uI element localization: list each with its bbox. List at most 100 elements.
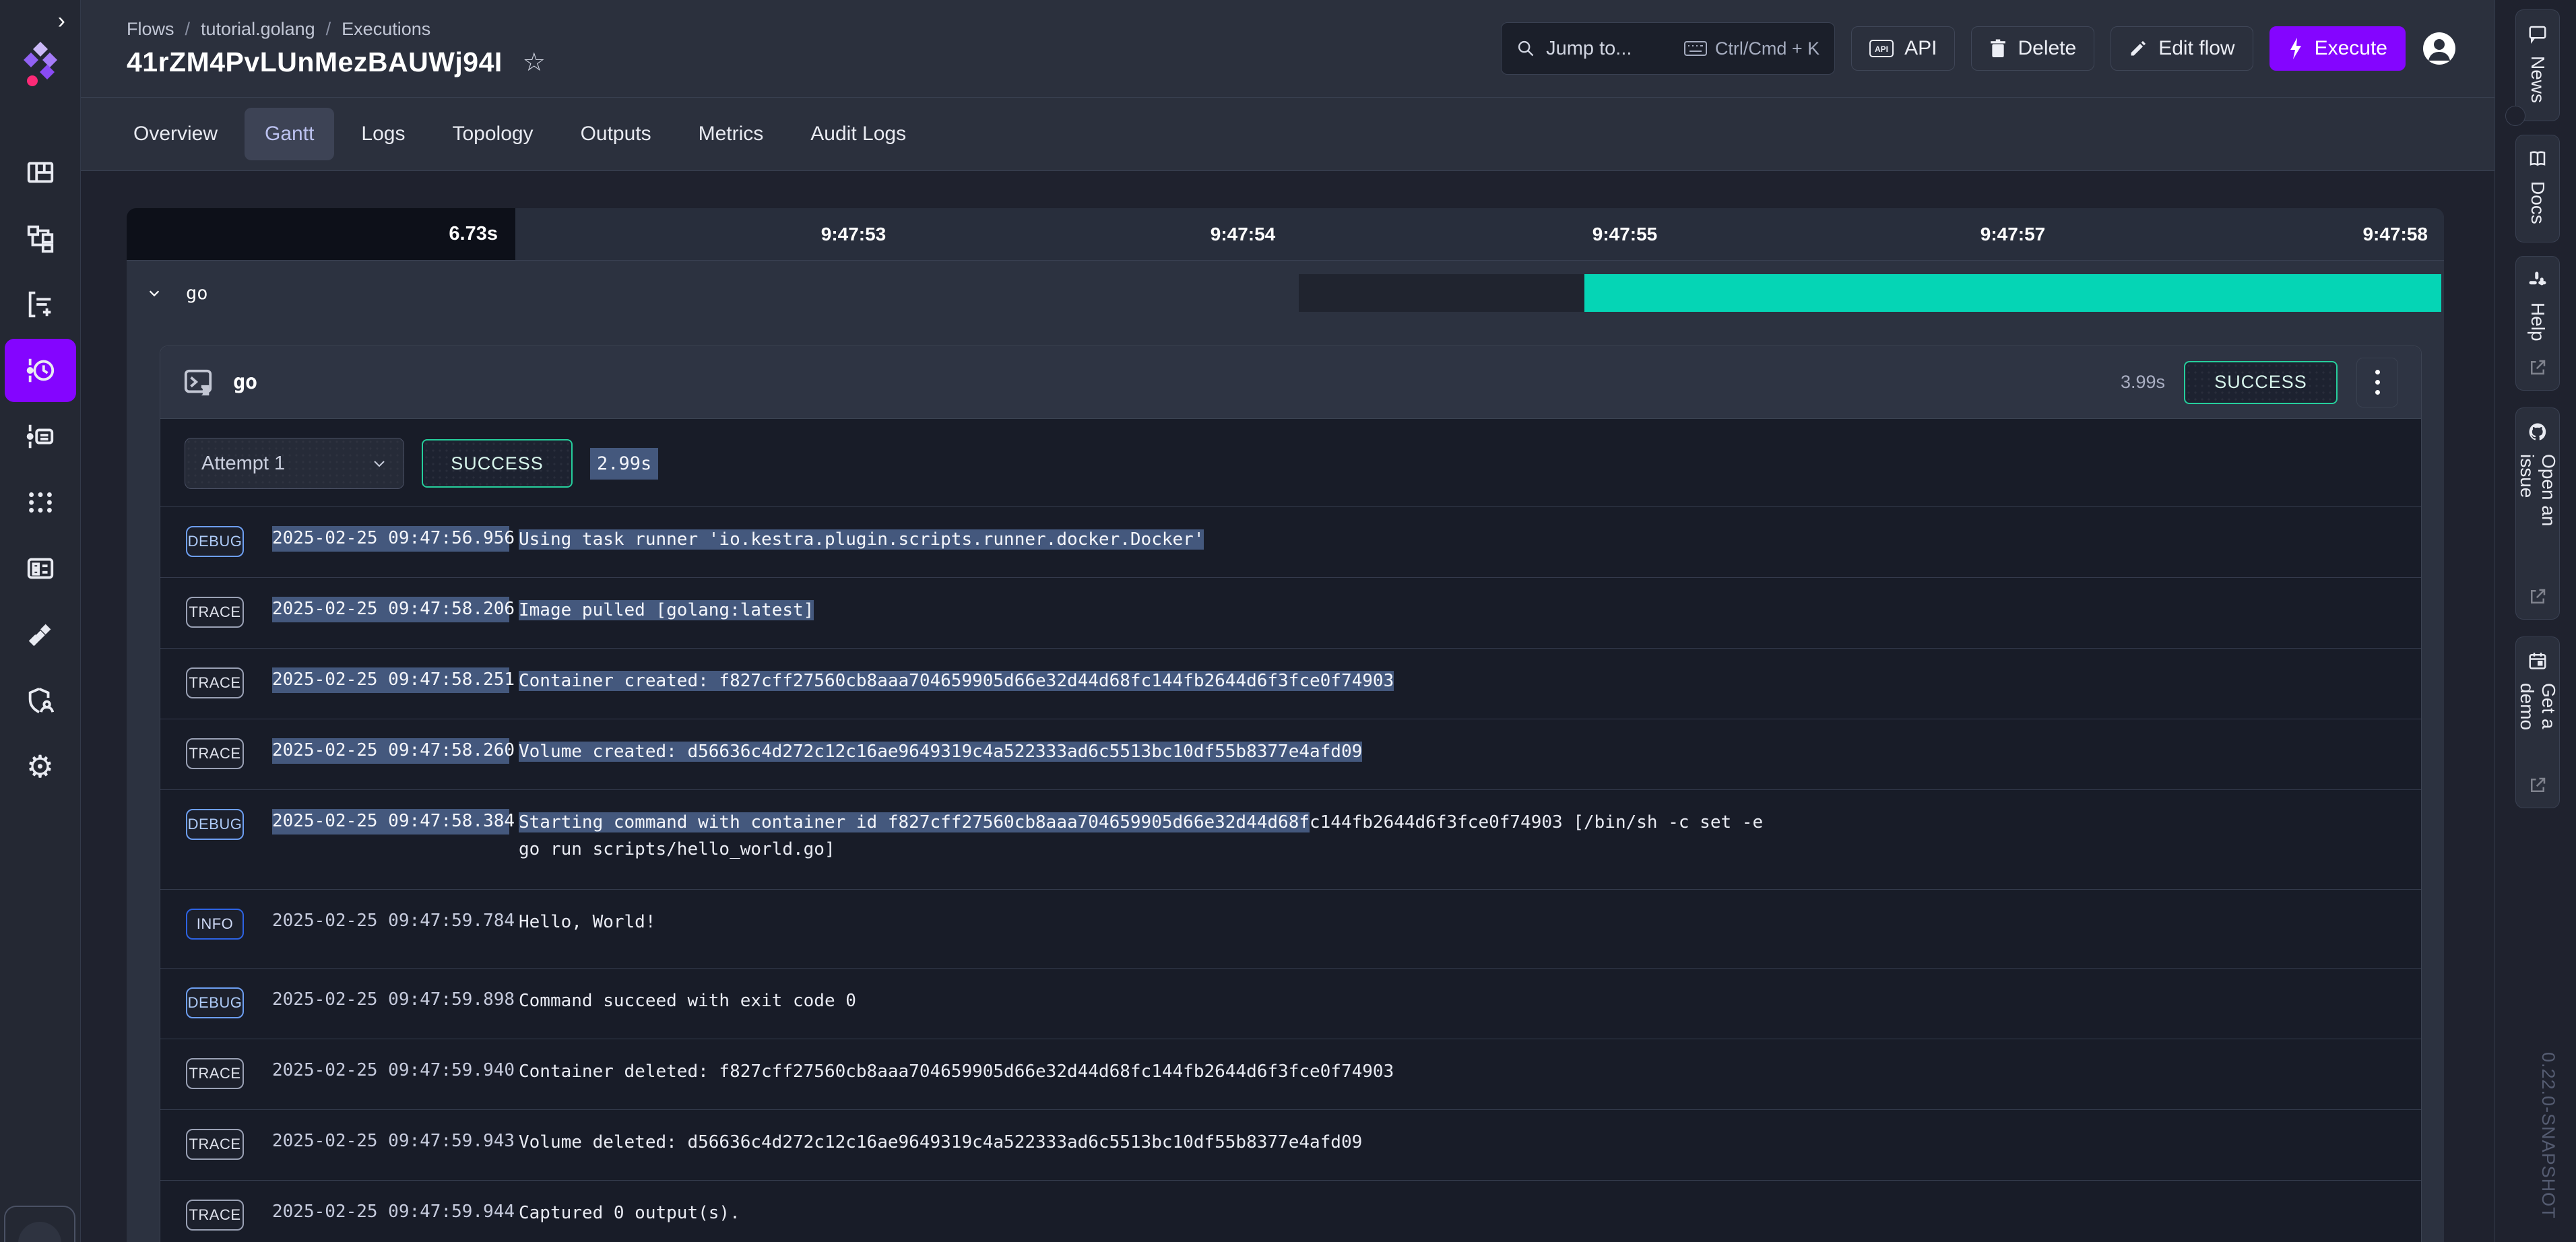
task-card-header: go 3.99s SUCCESS — [160, 346, 2421, 419]
log-row: DEBUG 2025-02-25 09:47:59.898 Command su… — [160, 969, 2421, 1039]
sidebar-item-templates[interactable] — [5, 289, 76, 320]
favorite-star-icon[interactable]: ☆ — [523, 50, 546, 75]
search-input[interactable]: Jump to... Ctrl/Cmd + K — [1501, 22, 1836, 75]
sidebar-item-plugins[interactable] — [5, 619, 76, 650]
tab-logs[interactable]: Logs — [341, 108, 425, 160]
log-timestamp: 2025-02-25 09:47:59.943 — [272, 1131, 515, 1151]
pencil-icon — [2131, 40, 2146, 56]
calendar-icon — [2529, 653, 2546, 669]
task-menu-button[interactable] — [2356, 357, 2398, 407]
github-icon — [2529, 423, 2546, 440]
log-level-badge: TRACE — [186, 597, 244, 628]
log-message: Container created: f827cff27560cb8aaa704… — [519, 671, 1394, 691]
rail-tab-news[interactable]: News — [2505, 9, 2560, 126]
log-level-badge: TRACE — [186, 667, 244, 698]
attempt-bar: Attempt 1 SUCCESS 2.99s — [160, 419, 2421, 507]
blueprints-icon — [27, 558, 53, 579]
gantt-bar-waiting[interactable] — [1299, 274, 1584, 312]
timeline-tick: 9:47:58 — [2362, 223, 2428, 244]
timeline-tick: 9:47:55 — [1592, 223, 1658, 244]
gantt-total-duration: 6.73s — [127, 208, 515, 260]
sidebar-item-dashboard[interactable] — [5, 157, 76, 188]
sidebar-item-blueprints[interactable] — [5, 553, 76, 584]
attempt-status-badge: SUCCESS — [422, 439, 573, 488]
rail-tab-docs[interactable]: Docs — [2515, 135, 2560, 242]
console-script-icon — [184, 369, 212, 395]
sidebar-item-settings[interactable]: ⚙ — [5, 751, 76, 782]
user-avatar[interactable] — [2422, 31, 2457, 66]
search-icon — [1518, 40, 1534, 57]
log-level-badge: TRACE — [186, 1200, 244, 1231]
logs-icon — [26, 424, 53, 449]
task-duration: 3.99s — [2120, 372, 2165, 392]
breadcrumb-executions[interactable]: Executions — [342, 19, 430, 40]
gantt-timeline-header: 6.73s 9:47:53 9:47:54 9:47:55 9:47:57 9:… — [127, 208, 2444, 261]
log-message: Command succeed with exit code 0 — [519, 991, 856, 1011]
sidebar-item-administration[interactable] — [5, 685, 76, 716]
sidebar-item-executions[interactable] — [4, 339, 76, 402]
log-row: TRACE 2025-02-25 09:47:58.251 Container … — [160, 649, 2421, 719]
executions-icon — [26, 358, 54, 383]
lightning-icon — [2290, 38, 2301, 59]
log-timestamp: 2025-02-25 09:47:59.940 — [272, 1060, 515, 1080]
attempt-select[interactable]: Attempt 1 — [185, 438, 404, 489]
log-timestamp: 2025-02-25 09:47:59.784 — [272, 911, 515, 931]
sidebar-nav: ⚙ — [0, 157, 80, 782]
log-level-badge: INFO — [186, 909, 244, 940]
task-status-badge: SUCCESS — [2184, 360, 2338, 404]
sidebar-item-apps[interactable] — [5, 487, 76, 518]
log-timestamp: 2025-02-25 09:47:56.956 — [272, 526, 515, 552]
delete-button[interactable]: Delete — [1971, 26, 2095, 71]
log-row: DEBUG 2025-02-25 09:47:58.384 Starting c… — [160, 790, 2421, 890]
external-link-icon — [2531, 777, 2546, 792]
rail-tab-open-an-issue[interactable]: Open an issue — [2515, 407, 2560, 620]
kestra-logo[interactable] — [20, 39, 61, 100]
tab-overview[interactable]: Overview — [113, 108, 238, 160]
feedback-widget[interactable] — [4, 1206, 75, 1242]
rail-tab-get-a-demo[interactable]: Get a demo — [2515, 636, 2560, 808]
plugins-icon — [28, 624, 51, 647]
log-timestamp: 2025-02-25 09:47:58.251 — [272, 667, 515, 693]
gantt-bar-success[interactable] — [1584, 274, 2441, 312]
sidebar-item-logs[interactable] — [5, 421, 76, 452]
dashboard-icon — [27, 162, 53, 183]
breadcrumb-flows[interactable]: Flows — [127, 19, 174, 40]
rail-tab-help[interactable]: Help — [2515, 256, 2560, 391]
tab-audit-logs[interactable]: Audit Logs — [790, 108, 926, 160]
timeline-tick: 9:47:53 — [820, 223, 887, 244]
log-row: TRACE 2025-02-25 09:47:59.943 Volume del… — [160, 1110, 2421, 1181]
breadcrumb-flow-id[interactable]: tutorial.golang — [201, 19, 315, 40]
task-detail-card: go 3.99s SUCCESS Attempt 1 SUCCESS 2.99s — [160, 346, 2422, 1242]
external-link-icon — [2531, 589, 2546, 603]
api-button[interactable]: API API — [1851, 26, 1956, 71]
main-area: Flows / tutorial.golang / Executions 41r… — [81, 0, 2494, 1242]
breadcrumb: Flows / tutorial.golang / Executions — [127, 19, 431, 40]
log-message: Image pulled [golang:latest] — [519, 600, 814, 620]
rail-collapse-notch[interactable] — [2505, 106, 2525, 126]
attempt-duration: 2.99s — [590, 447, 659, 480]
log-message: Starting command with container id f827c… — [519, 812, 1764, 860]
gantt-task-row[interactable]: go — [127, 261, 2444, 325]
edit-flow-button[interactable]: Edit flow — [2111, 26, 2253, 71]
execute-button[interactable]: Execute — [2269, 26, 2406, 71]
sidebar-item-flows[interactable] — [5, 223, 76, 254]
tab-topology[interactable]: Topology — [432, 108, 553, 160]
trash-icon — [1991, 39, 2006, 57]
api-icon: API — [1869, 40, 1894, 57]
log-message: Using task runner 'io.kestra.plugin.scri… — [519, 529, 1204, 550]
log-row: TRACE 2025-02-25 09:47:58.206 Image pull… — [160, 578, 2421, 649]
search-shortcut-label: Ctrl/Cmd + K — [1714, 38, 1820, 59]
chevron-down-icon[interactable] — [147, 286, 162, 300]
flow-create-icon — [28, 291, 51, 318]
slack-icon — [2529, 271, 2546, 286]
log-timestamp: 2025-02-25 09:47:58.384 — [272, 809, 515, 835]
sidebar-expand-icon[interactable]: › — [58, 9, 65, 32]
gantt-panel: 6.73s 9:47:53 9:47:54 9:47:55 9:47:57 9:… — [127, 208, 2444, 1242]
gear-icon: ⚙ — [26, 749, 55, 784]
search-placeholder: Jump to... — [1546, 37, 1632, 59]
tab-outputs[interactable]: Outputs — [560, 108, 672, 160]
tab-gantt[interactable]: Gantt — [245, 108, 335, 160]
tab-metrics[interactable]: Metrics — [678, 108, 784, 160]
log-timestamp: 2025-02-25 09:47:58.260 — [272, 738, 515, 764]
log-timestamp: 2025-02-25 09:47:58.206 — [272, 597, 515, 622]
